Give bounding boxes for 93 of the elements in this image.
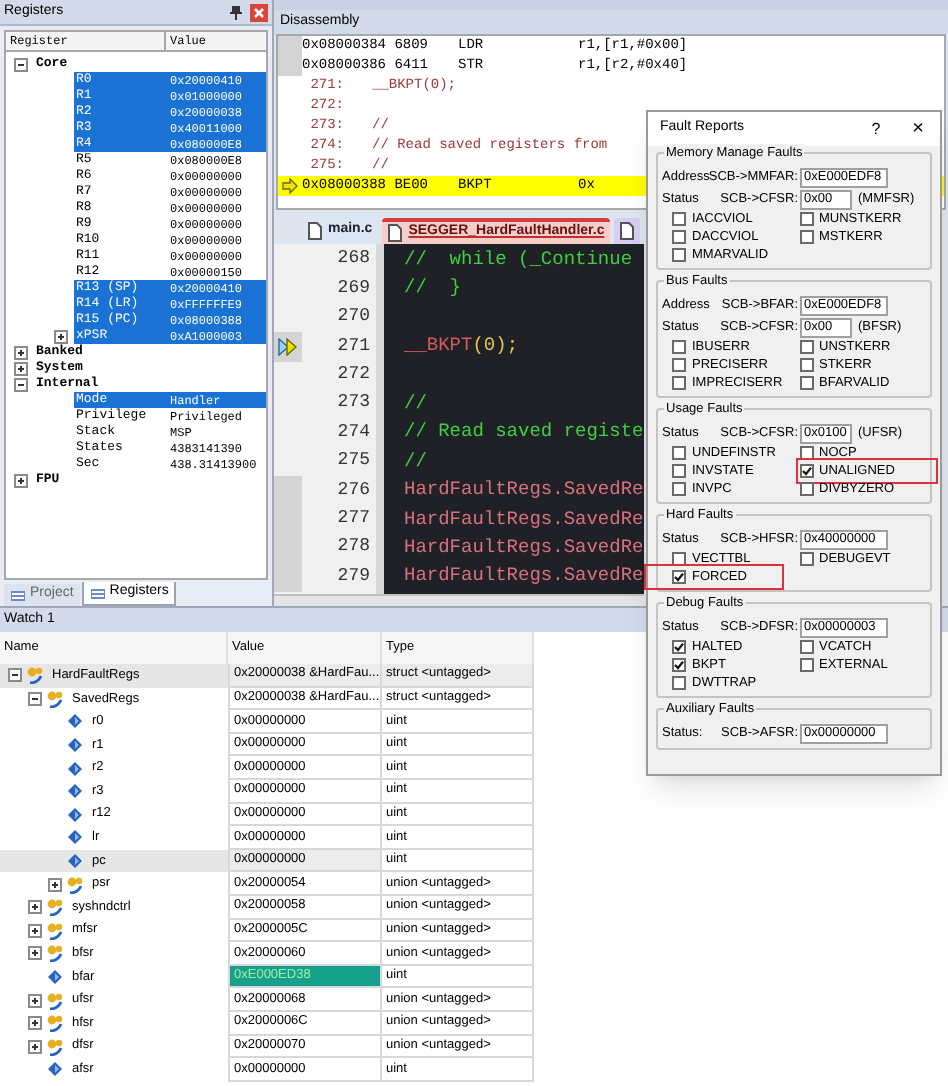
structure-icon [26,666,44,685]
checkbox[interactable] [799,358,813,372]
checkbox[interactable] [799,340,813,354]
current-line-icon [278,337,298,356]
line-number: 272 [335,362,370,388]
variable-icon [66,828,84,847]
line-number: 270 [335,304,370,331]
checkbox[interactable] [799,552,813,566]
list-icon [10,587,26,603]
structure-icon [46,689,64,708]
collapse-icon[interactable] [28,691,42,706]
code-line: // } [404,274,462,303]
structure-icon [46,1037,64,1056]
checkbox[interactable] [672,658,686,672]
checkbox[interactable] [799,230,813,244]
checkbox[interactable] [672,676,686,690]
variable-icon [66,712,84,731]
variable-icon [66,759,84,778]
line-number: 271 [335,333,370,360]
variable-icon [46,968,64,987]
variable-icon [66,805,84,824]
expand-icon[interactable] [28,946,42,961]
line-number: 273 [335,390,370,417]
pin-icon[interactable] [228,3,244,21]
file-icon [620,222,635,240]
expand-icon[interactable] [28,923,42,938]
collapse-icon[interactable] [14,377,28,391]
checkbox[interactable] [672,358,686,372]
list-icon [89,585,106,601]
variable-icon [66,852,84,871]
expand-icon[interactable] [28,993,42,1008]
expand-icon[interactable] [14,361,28,375]
code-line: HardFaultRegs.SavedRe [404,505,644,534]
checkbox[interactable] [799,482,813,496]
checkbox[interactable] [672,640,686,654]
close-icon[interactable] [250,3,268,21]
checkbox[interactable] [799,212,813,226]
checkbox[interactable] [672,340,686,354]
line-number: 279 [335,563,370,590]
checkbox[interactable] [799,658,813,672]
variable-icon [66,782,84,801]
checkbox[interactable] [672,376,686,390]
structure-icon [66,875,84,894]
line-number: 278 [335,534,370,561]
expand-icon[interactable] [28,1016,42,1031]
checkbox[interactable] [672,446,686,460]
variable-icon [46,1060,64,1079]
expand-icon[interactable] [54,329,68,343]
checkbox[interactable] [672,230,686,244]
file-icon [388,224,403,242]
expand-icon[interactable] [14,345,28,359]
code-line: HardFaultRegs.SavedRe [404,476,644,505]
checkbox[interactable] [799,640,813,654]
expand-icon[interactable] [28,900,42,915]
line-number: 276 [335,477,370,504]
line-number: 275 [335,448,370,475]
expand-icon[interactable] [28,1039,42,1054]
structure-icon [46,944,64,963]
checkbox[interactable] [672,570,686,584]
line-number: 268 [335,246,370,273]
arrow-icon [282,178,298,194]
checkbox[interactable] [799,376,813,390]
checkbox[interactable] [799,464,813,478]
code-line: __BKPT(0); [404,332,519,361]
close-button[interactable]: × [912,114,924,144]
line-number: 269 [335,275,370,302]
checkbox[interactable] [672,212,686,226]
code-line: // while (_Continue [404,246,633,275]
expand-icon[interactable] [14,473,28,487]
code-line: // [404,447,427,476]
line-number: 277 [335,505,370,532]
structure-icon [46,921,64,940]
variable-icon [66,736,84,755]
collapse-icon[interactable] [8,668,22,683]
checkbox[interactable] [672,552,686,566]
checkbox[interactable] [672,248,686,262]
code-line: // [404,390,427,419]
file-tab[interactable] [614,218,641,244]
code-line: HardFaultRegs.SavedRe [404,533,644,562]
file-icon [308,222,322,240]
checkbox[interactable] [672,482,686,496]
expand-icon[interactable] [48,877,62,892]
code-line: HardFaultRegs.SavedRe [404,562,644,591]
structure-icon [46,991,64,1010]
structure-icon [46,898,64,917]
collapse-icon[interactable] [14,57,28,71]
code-line: // Read saved registe [404,418,644,447]
checkbox[interactable] [672,464,686,478]
scroll-bar[interactable] [274,594,644,606]
line-number: 274 [335,419,370,446]
help-button[interactable]: ? [871,117,881,141]
checkbox[interactable] [799,446,813,460]
structure-icon [46,1014,64,1033]
